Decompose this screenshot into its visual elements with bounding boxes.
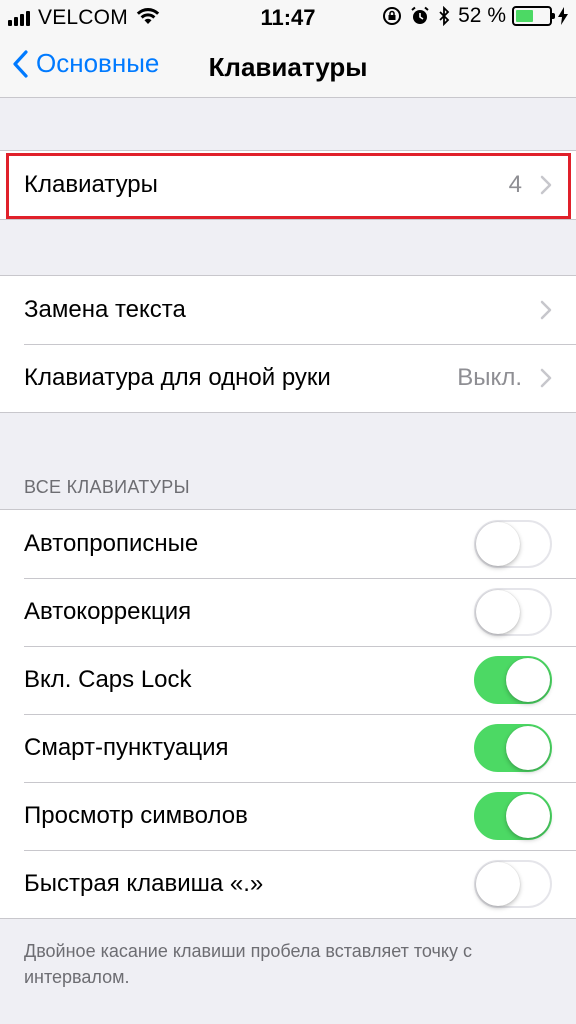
all-keyboards-header: ВСЕ КЛАВИАТУРЫ — [24, 477, 190, 497]
smart-punctuation-label: Смарт-пунктуация — [24, 734, 229, 761]
character-preview-label: Просмотр символов — [24, 802, 248, 829]
toggle-row: Быстрая клавиша «.» — [0, 850, 576, 918]
battery-icon — [512, 6, 555, 26]
chevron-right-icon — [540, 368, 552, 388]
auto-capitalization-label: Автопрописные — [24, 530, 199, 557]
toggle-row: Вкл. Caps Lock — [0, 646, 576, 714]
status-bar: VELCOM 11:47 52 % — [0, 0, 576, 36]
text-options-group: Замена текста Клавиатура для одной руки … — [0, 275, 576, 413]
caps-lock-label: Вкл. Caps Lock — [24, 666, 192, 693]
chevron-right-icon — [540, 175, 552, 195]
auto-correction-label: Автокоррекция — [24, 598, 192, 625]
keyboards-group: Клавиатуры 4 — [0, 150, 576, 220]
auto-correction-toggle[interactable] — [474, 588, 552, 636]
toggle-row: Просмотр символов — [0, 782, 576, 850]
keyboards-row[interactable]: Клавиатуры 4 — [0, 151, 576, 219]
toggle-row: Автокоррекция — [0, 578, 576, 646]
orientation-lock-icon — [382, 6, 402, 26]
auto-capitalization-toggle[interactable] — [474, 520, 552, 568]
toggle-row: Автопрописные — [0, 510, 576, 578]
period-shortcut-note: Двойное касание клавиши пробела вставляе… — [24, 941, 472, 987]
keyboards-label: Клавиатуры — [24, 171, 158, 198]
text-replacement-label: Замена текста — [24, 296, 186, 323]
period-shortcut-toggle[interactable] — [474, 860, 552, 908]
navigation-bar: Основные Клавиатуры — [0, 36, 576, 98]
keyboards-count: 4 — [508, 171, 522, 198]
battery-percent: 52 % — [458, 4, 506, 27]
smart-punctuation-toggle[interactable] — [474, 724, 552, 772]
one-handed-keyboard-value: Выкл. — [457, 364, 522, 391]
charging-icon — [558, 7, 568, 25]
period-shortcut-label: Быстрая клавиша «.» — [24, 870, 264, 897]
toggle-row: Смарт-пунктуация — [0, 714, 576, 782]
one-handed-keyboard-row[interactable]: Клавиатура для одной руки Выкл. — [0, 344, 576, 412]
one-handed-keyboard-label: Клавиатура для одной руки — [24, 364, 331, 391]
character-preview-toggle[interactable] — [474, 792, 552, 840]
alarm-icon — [410, 6, 430, 26]
chevron-right-icon — [540, 300, 552, 320]
text-replacement-row[interactable]: Замена текста — [0, 276, 576, 344]
page-title: Клавиатуры — [208, 52, 368, 82]
all-keyboards-group: Автопрописные Автокоррекция Вкл. Caps Lo… — [0, 509, 576, 919]
caps-lock-toggle[interactable] — [474, 656, 552, 704]
bluetooth-icon — [438, 6, 450, 26]
